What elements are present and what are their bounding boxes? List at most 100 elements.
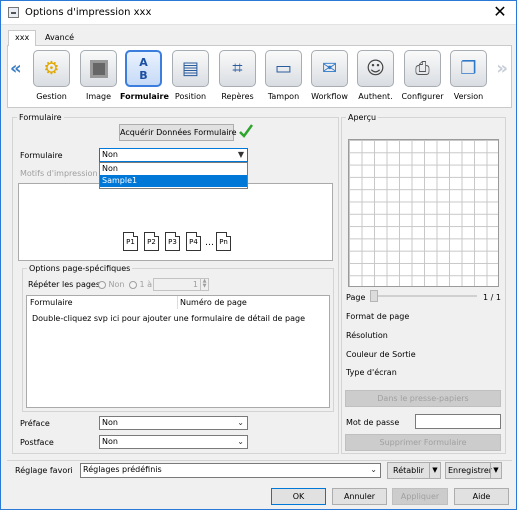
tool-label: Authent. [358,92,393,101]
chevron-down-icon: ▼ [237,150,244,159]
tab-advanced[interactable]: Avancé [39,31,81,45]
page-slider-thumb[interactable] [370,290,378,302]
page-icon: Pn [216,232,231,251]
apply-button[interactable]: Appliquer [392,488,448,505]
tab-main[interactable]: xxx [8,30,37,46]
tool-version[interactable]: ❐ Version [445,48,492,108]
ok-button[interactable]: OK [271,488,326,505]
password-label: Mot de passe [346,418,400,427]
page-icon: P4 [186,232,201,251]
preview-field: Format de page [346,312,410,321]
repeat-non-radio[interactable]: Non [98,280,125,289]
col-header-formulaire[interactable]: Formulaire [30,298,73,307]
version-icon: ❐ [450,50,487,87]
printer-icon [8,7,19,18]
chevron-down-icon[interactable]: ▼ [429,463,440,478]
tool-configurer[interactable]: ⎙ Configurer [399,48,446,108]
preview-field: Couleur de Sortie [346,350,416,359]
postface-select[interactable]: Non ⌄ [99,435,248,449]
image-icon [80,50,117,87]
tool-gestion[interactable]: ⚙ Gestion [28,48,75,108]
favorite-value: Réglages prédéfinis [83,465,162,474]
print-options-window: Options d'impression xxx ✕ xxx Avancé « … [0,0,517,510]
preview-field: Type d'écran [346,368,397,377]
reset-label: Rétablir [393,466,424,475]
tool-label: Image [85,92,112,101]
radio-1a-label: 1 à [139,280,153,289]
formulaire-icon: AB [125,50,162,87]
tool-tampon[interactable]: ▭ Tampon [260,48,307,108]
tool-label: Gestion [36,92,67,101]
spin-arrows-icon[interactable]: ▲ ▼ [200,279,208,290]
window-title: Options d'impression xxx [25,7,152,18]
acquire-form-button[interactable]: Acquérir Données Formulaire [119,124,237,141]
printer-config-icon: ⎙ [404,50,441,87]
toolbar: « ⚙ Gestion Image AB Formulaire ▤ Positi… [7,45,512,108]
motifs-label: Motifs d'impression [20,169,98,178]
dropdown-option[interactable]: Sample1 [100,175,247,187]
tool-workflow[interactable]: ✉ Workflow [306,48,353,108]
repeat-spinbox[interactable]: 1 ▲ ▼ [153,278,209,291]
tool-label: Workflow [311,92,348,101]
page-options-title: Options page-spécifiques [27,264,133,273]
tool-position[interactable]: ▤ Position [167,48,214,108]
position-icon: ▤ [172,50,209,87]
tampon-icon: ▭ [265,50,302,87]
motifs-preview: P1 P2 P3 P4 … Pn [18,183,333,261]
preface-select[interactable]: Non ⌄ [99,416,248,430]
gestion-icon: ⚙ [33,50,70,87]
users-icon: ☺ [357,50,394,87]
scroll-right-icon[interactable]: » [496,58,508,79]
tool-label: Configurer [401,92,444,101]
help-button[interactable]: Aide [454,488,509,505]
chevron-down-icon: ⌄ [237,418,244,427]
tool-image[interactable]: Image [75,48,122,108]
form-select-value: Non [102,150,118,159]
password-input[interactable] [415,414,501,429]
page-icon: P3 [165,232,180,251]
separator [7,460,512,461]
close-button[interactable]: ✕ [490,3,510,23]
postface-label: Postface [20,438,54,447]
form-label: Formulaire [20,151,63,160]
table-hint[interactable]: Double-cliquez svp ici pour ajouter une … [32,314,305,323]
form-dropdown-list: Non Sample1 [99,162,248,189]
repeat-1a-radio[interactable]: 1 à [129,280,152,289]
formulaire-group-title: Formulaire [17,113,64,122]
tool-reperes[interactable]: ⌗ Repères [214,48,261,108]
col-header-page[interactable]: Numéro de page [180,298,247,307]
repeat-pages-label: Répéter les pages [28,280,101,289]
preview-grid [348,139,499,287]
page-forms-table[interactable]: Formulaire Numéro de page Double-cliquez… [26,295,330,408]
page-count: 1 / 1 [483,293,501,302]
cancel-button[interactable]: Annuler [332,488,387,505]
clipboard-button[interactable]: Dans le presse-papiers [345,390,501,407]
tool-formulaire[interactable]: AB Formulaire [120,48,169,108]
page-label: Page [346,293,366,302]
delete-form-button[interactable]: Supprimer Formulaire [345,434,501,451]
form-select[interactable]: Non ▼ [99,148,248,162]
col-divider [177,296,178,309]
radio-non-label: Non [108,280,125,289]
favorite-select[interactable]: Réglages prédéfinis ⌄ [80,463,381,478]
scroll-left-icon[interactable]: « [10,58,22,79]
radio-icon [98,280,106,289]
chevron-down-icon[interactable]: ▼ [490,463,501,478]
page-slider-track[interactable] [373,295,477,297]
save-button[interactable]: Enregistrer ▼ [445,462,502,479]
tool-label: Tampon [267,92,300,101]
check-icon [239,124,253,138]
tool-label: Formulaire [120,92,169,101]
tool-label: Position [174,92,207,101]
dropdown-option[interactable]: Non [100,163,247,175]
workflow-icon: ✉ [311,50,348,87]
tool-label: Repères [221,92,254,101]
tool-authent[interactable]: ☺ Authent. [352,48,399,108]
apercu-title: Aperçu [346,113,379,122]
preface-label: Préface [20,419,50,428]
page-icon: P2 [144,232,159,251]
reset-button[interactable]: Rétablir ▼ [387,462,441,479]
chevron-down-icon: ⌄ [370,465,377,474]
title-bar: Options d'impression xxx ✕ [1,1,516,25]
save-label: Enregistrer [448,466,493,475]
